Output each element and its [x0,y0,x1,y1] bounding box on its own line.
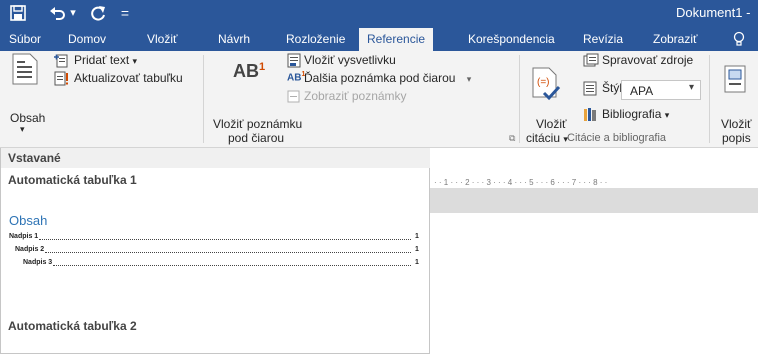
ribbon-references: Obsah ▾ Pridať text ▾ Aktualizovať tabuľ… [0,51,758,148]
toc-button[interactable] [4,53,46,97]
style-icon [583,81,598,96]
undo-icon[interactable] [48,3,68,23]
save-icon[interactable] [8,3,28,23]
tab-home[interactable]: Domov [68,27,106,51]
bibliography-dropdown-icon: ▾ [664,110,670,120]
gallery-section-header: Vstavané [1,148,430,168]
next-footnote-label: Ďalšia poznámka pod čiarou [304,71,456,85]
toc-preview-line-page: 1 [415,233,419,240]
undo-dropdown-icon[interactable]: ▾ [69,3,77,23]
add-text-icon [54,53,69,68]
tab-references[interactable]: Referencie [359,28,434,51]
citations-group-label: Citácie a bibliografia [567,132,667,144]
tab-review[interactable]: Revízia [583,27,623,51]
tab-insert[interactable]: Vložiť [147,27,178,51]
insert-caption-icon [724,65,746,93]
style-select[interactable]: APA ▾ [621,80,701,100]
bibliography-icon [583,107,598,122]
insert-citation-label-2-text: citáciu [526,131,561,145]
toc-gallery-dropdown: Vstavané Automatická tabuľka 1 Obsah Nad… [0,148,430,354]
add-text-button[interactable]: Pridať text ▾ [74,53,137,67]
style-select-dropdown-icon: ▾ [688,82,694,93]
tab-view[interactable]: Zobraziť [653,27,698,51]
customize-qat-icon[interactable]: = [118,3,132,23]
toc-dropdown-icon[interactable]: ▾ [20,124,25,135]
toc-preview-line-page: 1 [415,259,419,266]
redo-icon[interactable] [88,3,108,23]
insert-caption-label-1: Vložiť [721,117,752,131]
footnote-icon: AB1 [233,61,266,81]
toc-preview-line-text: Nadpis 1 [9,233,39,240]
toc-button-label[interactable]: Obsah [10,111,45,125]
document-title: Dokument1 - [676,5,751,20]
group-separator [519,55,520,143]
footnotes-launcher-icon[interactable]: ⧉ [509,133,515,144]
group-separator [709,55,710,143]
gallery-section-header-text: Vstavané [8,151,61,165]
insert-caption-label-2: popis [722,131,751,145]
toc-preview-line-text: Nadpis 2 [15,246,45,253]
ribbon-tabs: Súbor Domov Vložiť Návrh Rozloženie Refe… [0,27,758,51]
toc-preview-line-page: 1 [415,246,419,253]
tab-file[interactable]: Súbor [9,27,41,51]
svg-text:(=): (=) [537,77,550,88]
tab-design[interactable]: Návrh [218,27,250,51]
add-text-dropdown-icon: ▾ [132,56,138,66]
manage-sources-icon [583,53,599,69]
title-bar: ▾ = Dokument1 - [0,0,758,27]
tab-mailings[interactable]: Korešpondencia [468,27,555,51]
style-select-value: APA [630,84,654,98]
bibliography-label: Bibliografia [602,107,662,121]
toc-icon [12,53,38,85]
ruler-ticks: · · 1 · · · 2 · · · 3 · · · 4 · · · 5 · … [434,178,608,187]
toc-preview-line-text: Nadpis 3 [23,259,53,266]
tab-layout[interactable]: Rozloženie [286,27,345,51]
show-notes-button[interactable]: Zobraziť poznámky [304,89,407,103]
group-separator [203,55,204,143]
toc-preview-line: Nadpis 1 1 [9,233,421,243]
gallery-item-auto-table-1[interactable]: Obsah Nadpis 1 1 Nadpis 2 1 Nadpis 3 1 [9,213,421,278]
horizontal-ruler[interactable]: · · 1 · · · 2 · · · 3 · · · 4 · · · 5 · … [430,177,758,188]
next-footnote-dropdown-icon: ▾ [466,74,472,84]
insert-citation-label-1: Vložiť [536,117,567,131]
document-background [430,188,758,213]
update-table-button[interactable]: Aktualizovať tabuľku [74,71,183,85]
bibliography-button[interactable]: Bibliografia ▾ [602,107,669,121]
insert-citation-button[interactable]: (=) [524,53,568,125]
gallery-item-auto-table-2-title[interactable]: Automatická tabuľka 2 [8,319,137,333]
show-notes-icon [287,90,300,103]
toc-preview-heading: Obsah [9,213,48,228]
update-table-icon [54,71,69,86]
next-footnote-icon: AB1 [287,71,306,84]
insert-footnote-label-1: Vložiť poznámku [213,117,303,131]
insert-endnote-icon [287,53,302,68]
document-page[interactable] [430,213,758,354]
insert-citation-label-2: citáciu ▾ [526,131,568,145]
gallery-item-auto-table-1-title: Automatická tabuľka 1 [8,173,137,187]
lightbulb-icon[interactable] [733,27,747,51]
insert-footnote-label-2: pod čiarou [228,131,285,145]
manage-sources-button[interactable]: Spravovať zdroje [602,53,693,67]
insert-endnote-button[interactable]: Vložiť vysvetlivku [304,53,396,67]
next-footnote-button[interactable]: Ďalšia poznámka pod čiarou ▾ [304,71,471,85]
insert-citation-icon: (=) [532,67,561,101]
toc-preview-line: Nadpis 2 1 [15,246,421,256]
toc-preview-line: Nadpis 3 1 [23,259,421,269]
add-text-label: Pridať text [74,53,130,67]
